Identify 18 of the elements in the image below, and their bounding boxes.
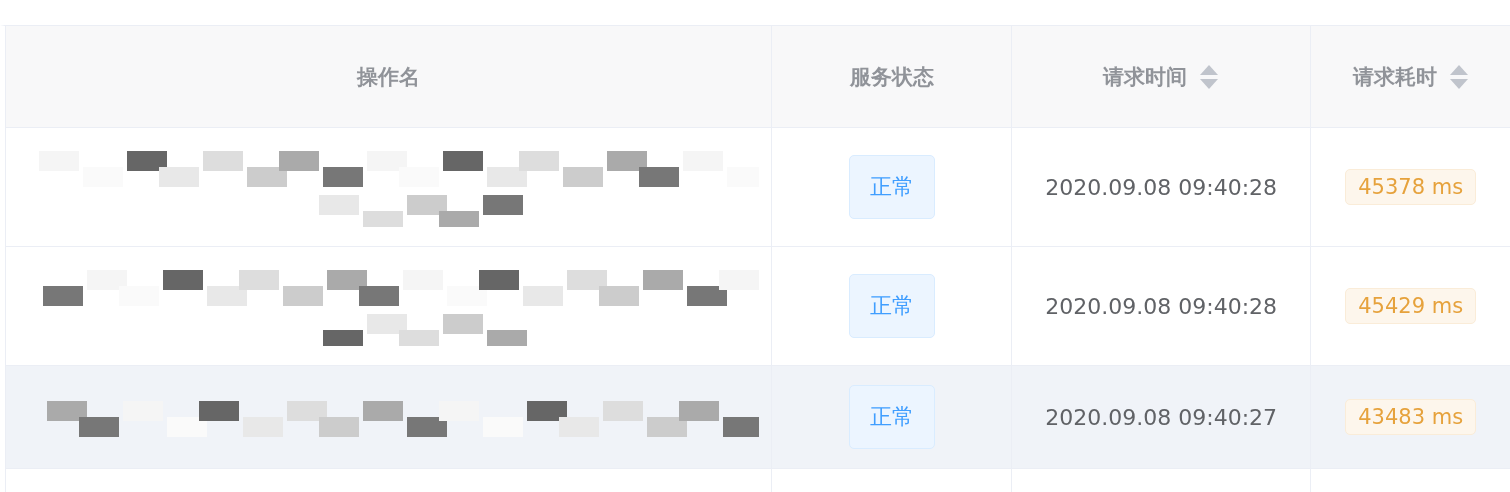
status-tag: 正常 bbox=[848, 274, 935, 338]
duration-tag: 45429 ms bbox=[1345, 288, 1477, 324]
status-tag: 正常 bbox=[848, 155, 935, 219]
duration-tag: 43483 ms bbox=[1345, 399, 1477, 435]
sort-icon[interactable] bbox=[1448, 63, 1469, 90]
duration-tag: 45378 ms bbox=[1345, 169, 1477, 205]
table-row[interactable]: 正常 2020.09.08 09:40:28 45429 ms bbox=[5, 247, 1510, 366]
table-cell: 2020.09.08 09:40:28 bbox=[1045, 293, 1278, 319]
sort-icon[interactable] bbox=[1199, 63, 1220, 90]
table-cell: 2020.09.08 09:40:28 bbox=[1045, 174, 1278, 200]
column-header[interactable]: 请求耗时 bbox=[1310, 26, 1510, 127]
column-header[interactable]: 请求时间 bbox=[1011, 26, 1311, 127]
status-tag: 正常 bbox=[848, 385, 935, 449]
table-row[interactable]: 正常 2020.09.08 09:40:27 43483 ms bbox=[5, 366, 1510, 469]
column-header: 操作名 bbox=[5, 26, 772, 127]
table-cell: 2020.09.08 09:40:27 bbox=[1045, 404, 1278, 430]
table-row[interactable]: 正常 2020.09.08 09:40:28 45378 ms bbox=[5, 128, 1510, 247]
column-header: 服务状态 bbox=[771, 26, 1011, 127]
